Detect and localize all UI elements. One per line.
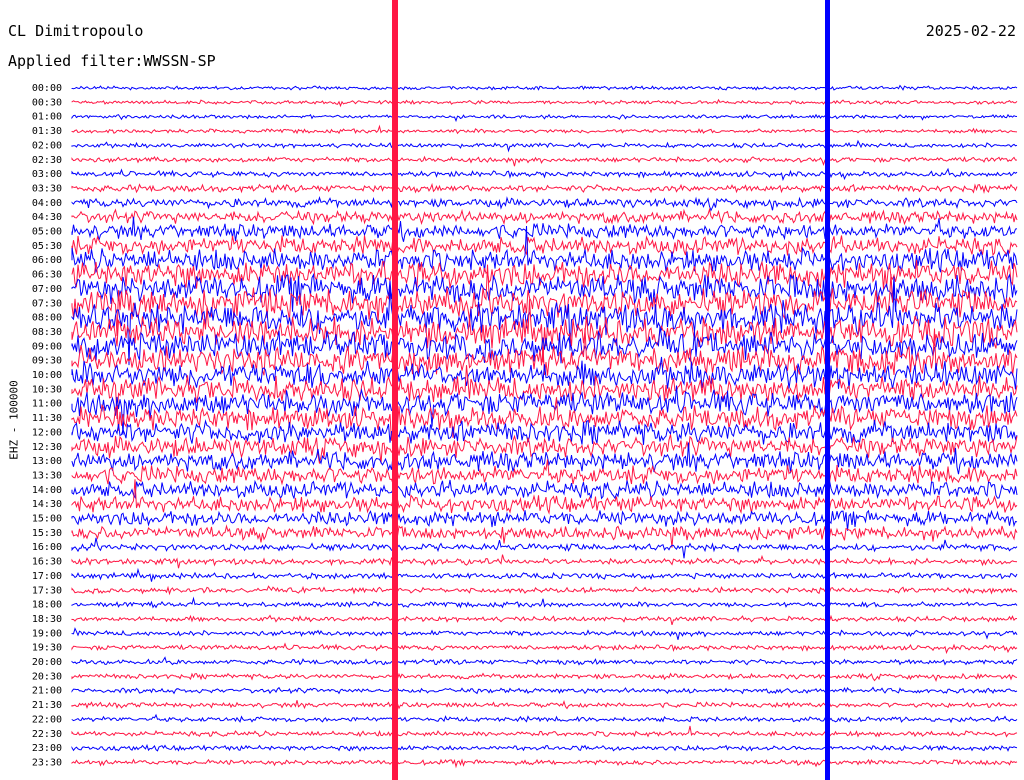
time-tick-label: 17:00 — [32, 571, 62, 582]
trace-line — [71, 596, 1018, 609]
time-tick-label: 13:30 — [32, 470, 62, 481]
vertical-spike-red — [392, 0, 398, 780]
trace-line — [71, 554, 1018, 569]
trace-line — [71, 235, 1018, 257]
time-tick-label: 11:00 — [32, 399, 62, 410]
trace-line — [71, 686, 1018, 695]
trace-line — [71, 167, 1018, 182]
time-tick-label: 18:00 — [32, 600, 62, 611]
trace-line — [71, 725, 1018, 738]
time-tick-label: 22:00 — [32, 714, 62, 725]
trace-line — [71, 98, 1018, 108]
trace-line — [71, 672, 1018, 682]
time-tick-label: 08:00 — [32, 313, 62, 324]
time-tick-label: 19:00 — [32, 628, 62, 639]
time-tick-label: 13:00 — [32, 456, 62, 467]
time-tick-label: 12:30 — [32, 442, 62, 453]
trace-line — [71, 567, 1018, 582]
trace-line — [71, 479, 1018, 515]
time-tick-label: 10:00 — [32, 370, 62, 381]
time-tick-label: 02:00 — [32, 140, 62, 151]
trace-line — [71, 614, 1018, 626]
time-tick-label: 14:30 — [32, 499, 62, 510]
time-tick-label: 14:00 — [32, 485, 62, 496]
time-tick-label: 04:30 — [32, 212, 62, 223]
time-tick-label: 17:30 — [32, 585, 62, 596]
vertical-spike-blue — [825, 0, 830, 780]
time-tick-label: 04:00 — [32, 198, 62, 209]
time-tick-label: 05:30 — [32, 241, 62, 252]
trace-line — [71, 656, 1018, 666]
time-tick-label: 16:30 — [32, 557, 62, 568]
time-tick-label: 23:00 — [32, 743, 62, 754]
trace-line — [71, 196, 1018, 212]
trace-line — [71, 84, 1018, 91]
trace-line — [71, 537, 1018, 559]
trace-line — [71, 155, 1018, 167]
time-tick-label: 07:00 — [32, 284, 62, 295]
time-tick-label: 02:30 — [32, 155, 62, 166]
trace-line — [71, 509, 1018, 531]
trace-line — [71, 743, 1018, 752]
time-tick-label: 11:30 — [32, 413, 62, 424]
trace-line — [71, 758, 1018, 769]
trace-line — [71, 113, 1018, 123]
time-tick-label: 15:30 — [32, 528, 62, 539]
time-tick-label: 06:00 — [32, 255, 62, 266]
trace-line — [71, 713, 1018, 724]
time-tick-label: 23:30 — [32, 757, 62, 768]
trace-line — [71, 139, 1018, 153]
time-tick-label: 22:30 — [32, 729, 62, 740]
trace-line — [71, 182, 1018, 195]
time-tick-label: 01:00 — [32, 112, 62, 123]
time-tick-label: 05:00 — [32, 227, 62, 238]
trace-line — [71, 524, 1018, 548]
trace-line — [71, 479, 1018, 501]
time-tick-label: 07:30 — [32, 298, 62, 309]
trace-line — [71, 124, 1018, 135]
helicorder-plot: 00:00 00:30 01:00 01:30 02:00 02:30 03:00 03:30… — [32, 0, 1018, 780]
time-tick-label: 00:30 — [32, 97, 62, 108]
trace-line — [71, 585, 1018, 596]
trace-line — [71, 207, 1018, 226]
time-tick-label: 06:30 — [32, 270, 62, 281]
time-tick-label: 03:00 — [32, 169, 62, 180]
trace-line — [71, 216, 1018, 242]
time-tick-label: 00:00 — [32, 83, 62, 94]
time-tick-label: 19:30 — [32, 643, 62, 654]
time-tick-label: 03:30 — [32, 183, 62, 194]
time-tick-label: 21:30 — [32, 700, 62, 711]
trace-line — [71, 627, 1018, 640]
time-tick-label: 12:00 — [32, 427, 62, 438]
time-tick-label: 20:30 — [32, 671, 62, 682]
time-tick-label: 16:00 — [32, 542, 62, 553]
time-tick-label: 01:30 — [32, 126, 62, 137]
time-tick-label: 10:30 — [32, 384, 62, 395]
time-tick-label: 18:30 — [32, 614, 62, 625]
time-tick-label: 09:00 — [32, 341, 62, 352]
trace-line — [71, 434, 1018, 464]
time-tick-label: 09:30 — [32, 356, 62, 367]
time-tick-label: 20:00 — [32, 657, 62, 668]
trace-line — [71, 642, 1018, 655]
time-tick-label: 15:00 — [32, 514, 62, 525]
time-tick-label: 08:30 — [32, 327, 62, 338]
time-tick-label: 21:00 — [32, 686, 62, 697]
trace-line — [71, 700, 1018, 710]
